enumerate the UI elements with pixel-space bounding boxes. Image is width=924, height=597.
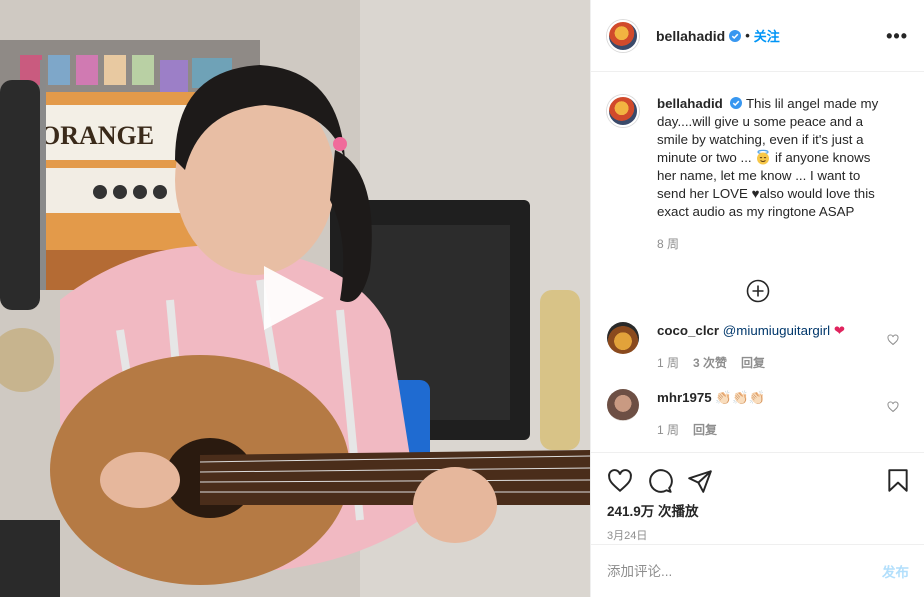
comment-body: mhr1975 👏🏻👏🏻👏🏻 1 周 回复 (657, 389, 877, 438)
post-comment-button[interactable]: 发布 (882, 561, 909, 581)
post-viewer: ORANGE bellahadid • 关注 ••• bellahadid Th… (0, 0, 924, 597)
post-sidebar: bellahadid • 关注 ••• bellahadid This lil … (590, 0, 924, 597)
comment-item: coco_clcr @miumiuguitargirl ❤ 1 周 3 次赞 回… (591, 322, 924, 371)
clap-emoji: 👏🏻👏🏻👏🏻 (715, 390, 766, 405)
verified-badge-icon (729, 29, 742, 42)
comment-username[interactable]: coco_clcr (657, 323, 719, 338)
action-icons (591, 453, 924, 499)
comment-meta: 1 周 3 次赞 回复 (657, 354, 877, 371)
smiling-face-with-halo-icon (757, 149, 770, 165)
comment-bubble-icon[interactable] (647, 468, 673, 494)
video-player[interactable]: ORANGE (0, 0, 590, 597)
comments-list[interactable]: bellahadid This lil angel made my day...… (591, 73, 924, 452)
comment-input[interactable] (607, 563, 882, 579)
comment-mention[interactable]: @miumiuguitargirl (723, 323, 830, 338)
header-username[interactable]: bellahadid (656, 28, 725, 44)
avatar[interactable] (607, 95, 639, 127)
paper-plane-icon[interactable] (687, 468, 713, 494)
comment-text: mhr1975 👏🏻👏🏻👏🏻 (657, 389, 877, 407)
bookmark-icon[interactable] (885, 468, 911, 494)
caption: bellahadid This lil angel made my day...… (591, 73, 924, 221)
reply-button[interactable]: 回复 (741, 354, 765, 371)
amp-brand-text: ORANGE (40, 121, 154, 150)
post-date[interactable]: 3月24日 (591, 527, 924, 543)
comment-text: coco_clcr @miumiuguitargirl ❤ (657, 322, 877, 340)
post-actions: 241.9万 次播放 3月24日 (591, 452, 924, 544)
heart-emoji: ❤ (833, 323, 845, 338)
heart-outline-icon[interactable] (887, 334, 899, 346)
follow-button[interactable]: 关注 (754, 26, 780, 45)
comment-item: mhr1975 👏🏻👏🏻👏🏻 1 周 回复 (591, 389, 924, 438)
heart-outline-icon[interactable] (607, 468, 633, 494)
separator-dot: • (745, 28, 750, 43)
comment-time[interactable]: 1 周 (657, 354, 679, 371)
caption-time[interactable]: 8 周 (657, 235, 924, 252)
caption-text: bellahadid This lil angel made my day...… (657, 95, 889, 221)
comment-time[interactable]: 1 周 (657, 421, 679, 438)
comment-meta: 1 周 回复 (657, 421, 877, 438)
avatar[interactable] (607, 322, 639, 354)
more-options-icon[interactable]: ••• (886, 27, 908, 45)
verified-badge-icon (730, 97, 743, 109)
play-icon[interactable] (258, 262, 330, 334)
caption-username[interactable]: bellahadid (657, 96, 723, 111)
view-count[interactable]: 241.9万 次播放 (591, 500, 924, 520)
comment-body: coco_clcr @miumiuguitargirl ❤ 1 周 3 次赞 回… (657, 322, 877, 371)
reply-button[interactable]: 回复 (693, 421, 717, 438)
avatar[interactable] (607, 19, 639, 52)
avatar[interactable] (607, 389, 639, 421)
plus-circle-icon[interactable] (746, 279, 770, 303)
add-comment-bar: 发布 (591, 544, 924, 597)
comment-username[interactable]: mhr1975 (657, 390, 712, 405)
comment-likes[interactable]: 3 次赞 (693, 354, 727, 371)
post-header: bellahadid • 关注 ••• (591, 0, 924, 72)
heart-outline-icon[interactable] (887, 401, 899, 413)
load-more-comments[interactable] (591, 279, 924, 303)
